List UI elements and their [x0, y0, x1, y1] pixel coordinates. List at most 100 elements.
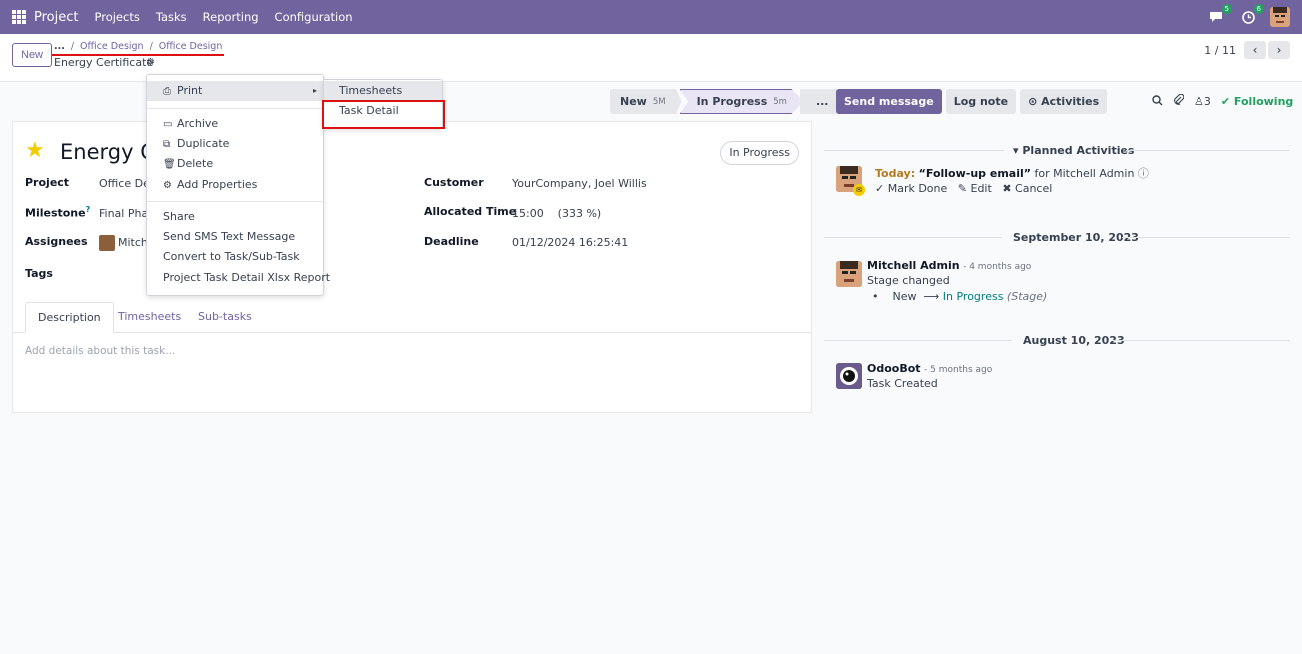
- cogs-icon: ⚙: [163, 180, 172, 191]
- envelope-icon: ✉: [853, 184, 865, 196]
- next-record-button[interactable]: ›: [1268, 41, 1290, 59]
- menu-reporting[interactable]: Reporting: [203, 10, 259, 24]
- user-avatar[interactable]: [1270, 7, 1290, 27]
- gear-icon[interactable]: ⚙: [146, 57, 155, 68]
- priority-star-icon[interactable]: ★: [25, 138, 45, 163]
- paperclip-icon[interactable]: [1173, 93, 1185, 109]
- activity-due: Today:: [875, 167, 916, 180]
- stage-more[interactable]: ...: [799, 89, 839, 114]
- assignee-avatar: [99, 235, 115, 251]
- odoobot-avatar[interactable]: [836, 363, 862, 389]
- search-icon[interactable]: [1152, 94, 1163, 109]
- stage-label: New: [620, 95, 647, 108]
- annotation-highlight-box: [322, 100, 445, 129]
- field-label-allocated-time: Allocated Time: [424, 205, 517, 218]
- breadcrumb-office-design-2[interactable]: Office Design: [159, 41, 223, 52]
- task-title[interactable]: Energy Certificate: [60, 140, 150, 164]
- divider-line: [824, 340, 1012, 341]
- chatter-icons: ♙3 ✔ Following: [1152, 93, 1293, 109]
- menu-item-send-sms[interactable]: Send SMS Text Message: [147, 227, 323, 247]
- field-value-customer[interactable]: YourCompany, Joel Willis: [512, 177, 647, 190]
- message-author[interactable]: Mitchell Admin: [867, 259, 960, 272]
- new-button[interactable]: New: [12, 43, 53, 67]
- close-icon: ✖: [1002, 182, 1016, 195]
- menu-tasks[interactable]: Tasks: [156, 10, 187, 24]
- message-avatar[interactable]: [836, 261, 862, 287]
- menu-item-add-properties[interactable]: ⚙ Add Properties: [147, 175, 323, 195]
- submenu-item-timesheets[interactable]: Timesheets: [324, 81, 442, 101]
- field-label-tags: Tags: [25, 267, 53, 280]
- check-icon: ✔: [1220, 95, 1234, 108]
- field-label-assignees: Assignees: [25, 235, 88, 248]
- description-placeholder[interactable]: Add details about this task...: [25, 345, 175, 357]
- apps-grid-icon[interactable]: [12, 10, 26, 24]
- stage-duration: 5M: [652, 96, 666, 107]
- field-value-project[interactable]: Office Design: [99, 177, 149, 190]
- menu-item-print[interactable]: ⎙ Print ▸: [147, 81, 323, 101]
- app-name[interactable]: Project: [34, 10, 78, 25]
- send-message-button[interactable]: Send message: [836, 89, 942, 114]
- info-icon[interactable]: ⓘ: [1138, 167, 1149, 180]
- pencil-icon: ✎: [957, 182, 971, 195]
- tab-timesheets[interactable]: Timesheets: [118, 302, 181, 333]
- divider-line: [1122, 237, 1290, 238]
- menu-configuration[interactable]: Configuration: [275, 10, 353, 24]
- menu-item-delete[interactable]: 🗑Delete: [147, 154, 323, 174]
- message-body: Task Created: [867, 377, 938, 390]
- field-value-deadline[interactable]: 01/12/2024 16:25:41: [512, 236, 628, 249]
- stage-duration: 5m: [773, 96, 787, 107]
- previous-record-button[interactable]: ‹: [1244, 41, 1266, 59]
- message-time: - 4 months ago: [963, 262, 1032, 272]
- copy-icon: ⧉: [163, 139, 171, 150]
- menu-item-share[interactable]: Share: [147, 207, 323, 227]
- divider-line: [824, 237, 1002, 238]
- menu-item-xlsx-report[interactable]: Project Task Detail Xlsx Report: [147, 268, 330, 288]
- notebook-tabs: Description Timesheets Sub-tasks: [13, 302, 811, 333]
- message-header: OdooBot - 5 months ago: [867, 362, 992, 375]
- mark-done-link[interactable]: ✓ Mark Done: [875, 182, 947, 195]
- menu-projects[interactable]: Projects: [94, 10, 139, 24]
- activities-button[interactable]: ⊙ Activities: [1020, 89, 1108, 114]
- field-label-customer: Customer: [424, 176, 484, 189]
- field-value-assignees[interactable]: Mitchell Admin: [99, 235, 149, 251]
- activity-assignee: for Mitchell Admin: [1034, 167, 1135, 180]
- breadcrumb-more[interactable]: ...: [54, 41, 65, 52]
- following-button[interactable]: ✔ Following: [1221, 95, 1293, 108]
- pager: 1 / 11 ‹ ›: [1204, 41, 1290, 59]
- printer-icon: ⎙: [163, 86, 171, 97]
- tab-description[interactable]: Description: [25, 302, 114, 333]
- activity-summary: “Follow-up email”: [918, 167, 1031, 180]
- stage-in-progress[interactable]: In Progress 5m: [679, 89, 804, 114]
- planned-activities-toggle[interactable]: ▾ Planned Activities: [1013, 144, 1134, 157]
- menu-divider: [147, 201, 323, 202]
- status-pill[interactable]: In Progress: [720, 141, 799, 165]
- archive-icon: ▭: [163, 119, 173, 130]
- activities-clock-icon[interactable]: 6: [1238, 4, 1264, 27]
- top-navbar: Project Projects Tasks Reporting Configu…: [0, 0, 1302, 34]
- followers-button[interactable]: ♙3: [1194, 95, 1211, 108]
- tab-sub-tasks[interactable]: Sub-tasks: [198, 302, 252, 333]
- check-icon: ✓: [875, 182, 888, 195]
- cancel-link[interactable]: ✖ Cancel: [1002, 182, 1052, 195]
- field-label-deadline: Deadline: [424, 235, 479, 248]
- stage-label: In Progress: [696, 95, 768, 108]
- bullet: •: [872, 290, 889, 303]
- field-value-milestone[interactable]: Final Phase: [99, 207, 149, 220]
- messages-icon[interactable]: 5: [1206, 4, 1232, 27]
- message-author[interactable]: OdooBot: [867, 362, 921, 375]
- edit-link[interactable]: ✎ Edit: [958, 182, 992, 195]
- pager-value[interactable]: 1 / 11: [1204, 44, 1236, 57]
- field-label-milestone: Milestone?: [25, 205, 91, 220]
- breadcrumb-office-design-1[interactable]: Office Design: [80, 41, 144, 52]
- menu-item-convert[interactable]: Convert to Task/Sub-Task: [147, 247, 323, 267]
- activity-actions: ✓ Mark Done ✎ Edit ✖ Cancel: [875, 182, 1052, 195]
- menu-item-duplicate[interactable]: ⧉ Duplicate: [147, 134, 323, 154]
- stage-new[interactable]: New 5M: [610, 89, 682, 114]
- menu-item-archive[interactable]: ▭ Archive: [147, 114, 323, 134]
- log-note-button[interactable]: Log note: [945, 89, 1017, 114]
- message-header: Mitchell Admin - 4 months ago: [867, 259, 1031, 272]
- activities-badge: 6: [1253, 4, 1264, 14]
- field-value-allocated-time[interactable]: 15:00 (333 %): [512, 207, 601, 220]
- stage-statusbar: New 5M In Progress 5m ...: [610, 89, 839, 114]
- caret-down-icon: ▾: [1013, 144, 1023, 157]
